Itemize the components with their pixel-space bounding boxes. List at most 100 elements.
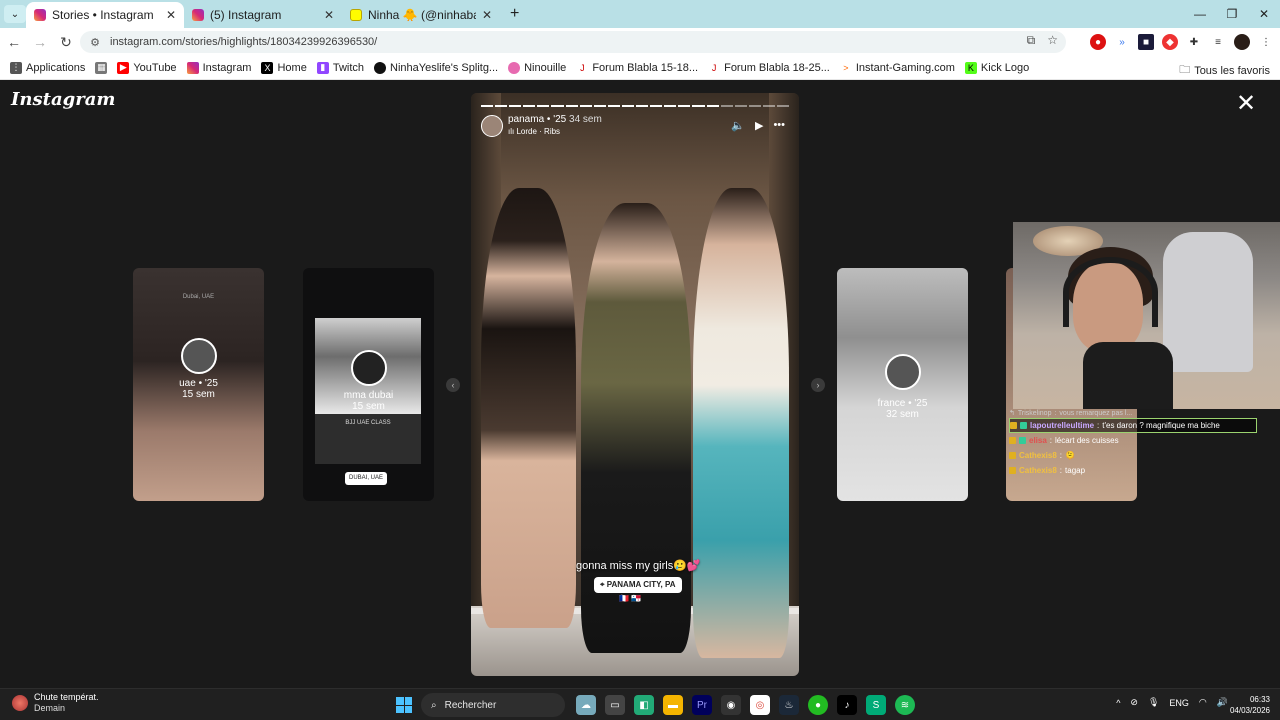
tab-snapchat[interactable]: Ninha 🐥 (@ninhabagarre) | Sn ✕ (342, 2, 500, 28)
bookmark-forum-18-25[interactable]: J Forum Blabla 18-25... (708, 61, 830, 74)
mute-icon[interactable]: 🔈 (731, 119, 745, 132)
install-app-icon[interactable]: ⧉ (1027, 33, 1036, 48)
bookmark-forum-15-18[interactable]: J Forum Blabla 15-18... (576, 61, 698, 74)
bookmark-splitgate[interactable]: NinhaYeslife's Splitg... (374, 61, 498, 74)
chat-user: elisa (1029, 436, 1047, 445)
widgets-icon[interactable]: ◧ (634, 695, 654, 715)
bookmark-label: Home (277, 61, 307, 74)
tab-instagram[interactable]: (5) Instagram ✕ (184, 2, 342, 28)
bookmark-ninouille[interactable]: Ninouille (508, 61, 567, 74)
wifi-icon[interactable]: ◠ (1199, 697, 1207, 708)
minimize-icon[interactable]: — (1184, 0, 1216, 28)
story-avatar[interactable] (481, 115, 503, 137)
badge-icon (1019, 437, 1026, 444)
site-info-icon[interactable]: ⚙ (86, 36, 104, 49)
bookmark-star-icon[interactable]: ☆ (1047, 33, 1058, 48)
weather-widget[interactable]: Chute températ. Demain (12, 692, 99, 714)
extension-icon[interactable]: ■ (1138, 34, 1154, 50)
bookmark-twitch[interactable]: ▮ Twitch (316, 61, 364, 74)
windows-start-icon[interactable] (396, 697, 412, 713)
taskbar-apps: ☁ ▭ ◧ ▬ Pr ◉ ◎ ♨ ● ♪ S ≋ (576, 695, 915, 715)
tiktok-icon[interactable]: ♪ (837, 695, 857, 715)
close-window-icon[interactable]: ✕ (1248, 0, 1280, 28)
close-tab-icon[interactable]: ✕ (324, 8, 334, 22)
current-story[interactable]: panama • '25 34 sem ılı Lorde · Ribs 🔈 ▶… (471, 93, 799, 676)
highlight-mma-dubai[interactable]: mma dubai 15 sem BJJ UAE CLASS DUBAI, UA… (303, 268, 434, 501)
bookmark-home[interactable]: X Home (261, 61, 307, 74)
bookmark-instant-gaming[interactable]: > Instant-Gaming.com (839, 61, 955, 74)
story-music[interactable]: ılı Lorde · Ribs (508, 127, 560, 136)
file-explorer-icon[interactable]: ▬ (663, 695, 683, 715)
extension-icon[interactable]: ● (1090, 34, 1106, 50)
previous-story-icon[interactable]: ‹ (446, 378, 460, 392)
bookmark-grid[interactable]: ▦ (95, 61, 108, 74)
obs-icon[interactable]: ◉ (721, 695, 741, 715)
tab-stories-instagram[interactable]: Stories • Instagram ✕ (26, 2, 184, 28)
profile-avatar[interactable] (1234, 34, 1250, 50)
sub-badge-icon (1009, 437, 1016, 444)
play-icon[interactable]: ▶ (755, 119, 763, 132)
steam-icon[interactable]: ♨ (779, 695, 799, 715)
highlight-france[interactable]: france • '25 32 sem (837, 268, 968, 501)
instagram-favicon-icon (192, 9, 204, 21)
app-icon[interactable]: S (866, 695, 886, 715)
location-sticker[interactable]: ⌖ PANAMA CITY, PA (594, 577, 682, 593)
chat-text: lécart des cuisses (1055, 436, 1119, 445)
network-off-icon[interactable]: ⊘ (1130, 697, 1138, 708)
address-bar[interactable]: ⚙ instagram.com/stories/highlights/18034… (80, 31, 1066, 53)
chat-message: Cathexis8: tagap (1009, 463, 1257, 478)
browser-toolbar: ← → ↻ ⚙ instagram.com/stories/highlights… (0, 28, 1280, 56)
language-indicator[interactable]: ENG (1169, 698, 1189, 708)
grid-icon: ▦ (95, 61, 108, 74)
chat-message: elisa: lécart des cuisses (1009, 433, 1257, 448)
task-view-icon[interactable]: ▭ (605, 695, 625, 715)
bookmark-instagram[interactable]: Instagram (186, 61, 251, 74)
close-tab-icon[interactable]: ✕ (482, 8, 492, 22)
cam-chair (1163, 232, 1253, 372)
media-control-icon[interactable]: ≡ (1210, 34, 1226, 50)
extension-icon[interactable]: » (1114, 34, 1130, 50)
back-icon[interactable]: ← (2, 30, 26, 54)
bookmark-kick[interactable]: K Kick Logo (964, 61, 1029, 74)
chrome-icon[interactable]: ◎ (750, 695, 770, 715)
more-options-icon[interactable]: ••• (773, 119, 785, 132)
url-text[interactable]: instagram.com/stories/highlights/1803423… (110, 36, 377, 48)
extension-icon[interactable]: ◆ (1162, 34, 1178, 50)
reload-icon[interactable]: ↻ (54, 30, 78, 54)
all-bookmarks[interactable]: 🗀 Tous les favoris (1179, 61, 1270, 80)
bookmark-label: Ninouille (524, 61, 567, 74)
window-controls: — ❐ ✕ (1184, 0, 1280, 28)
app-icon[interactable]: ● (808, 695, 828, 715)
next-story-icon[interactable]: › (811, 378, 825, 392)
restore-icon[interactable]: ❐ (1216, 0, 1248, 28)
mic-icon[interactable]: 🎙 (1148, 697, 1159, 708)
chat-user: Triskelinop (1017, 409, 1052, 417)
instagram-logo[interactable]: Instagram (11, 89, 115, 110)
highlight-band: BJJ UAE CLASS (315, 414, 421, 464)
story-header[interactable]: panama • '25 34 sem (508, 114, 602, 125)
tab-search-button[interactable]: ⌄ (4, 5, 26, 23)
premiere-icon[interactable]: Pr (692, 695, 712, 715)
menu-dots-icon[interactable]: ⋮ (1258, 34, 1274, 50)
highlight-tag: Dubai, UAE (182, 294, 215, 300)
bookmark-youtube[interactable]: ▶ YouTube (117, 61, 177, 74)
clock[interactable]: 06:33 04/03/2026 (1230, 694, 1270, 716)
highlight-uae[interactable]: Dubai, UAE uae • '25 15 sem (133, 268, 264, 501)
folder-icon: 🗀 (1179, 64, 1191, 76)
tray-chevron-icon[interactable]: ^ (1116, 698, 1120, 708)
forward-icon[interactable]: → (28, 30, 52, 54)
jv-icon: J (708, 61, 721, 74)
highlight-age: 15 sem (182, 389, 215, 400)
highlight-avatar (884, 354, 921, 390)
puzzle-icon[interactable]: ✚ (1186, 34, 1202, 50)
bookmark-label: Instant-Gaming.com (855, 61, 955, 74)
weather-app-icon[interactable]: ☁ (576, 695, 596, 715)
close-icon[interactable]: ✕ (1234, 92, 1258, 116)
sub-badge-icon (1010, 422, 1017, 429)
volume-icon[interactable]: 🔊 (1217, 697, 1228, 708)
new-tab-icon[interactable]: + (510, 5, 519, 23)
bookmark-applications[interactable]: ⋮ Applications (10, 61, 85, 74)
close-tab-icon[interactable]: ✕ (166, 8, 176, 22)
spotify-icon[interactable]: ≋ (895, 695, 915, 715)
taskbar-search[interactable]: ⌕ Rechercher (421, 693, 565, 717)
